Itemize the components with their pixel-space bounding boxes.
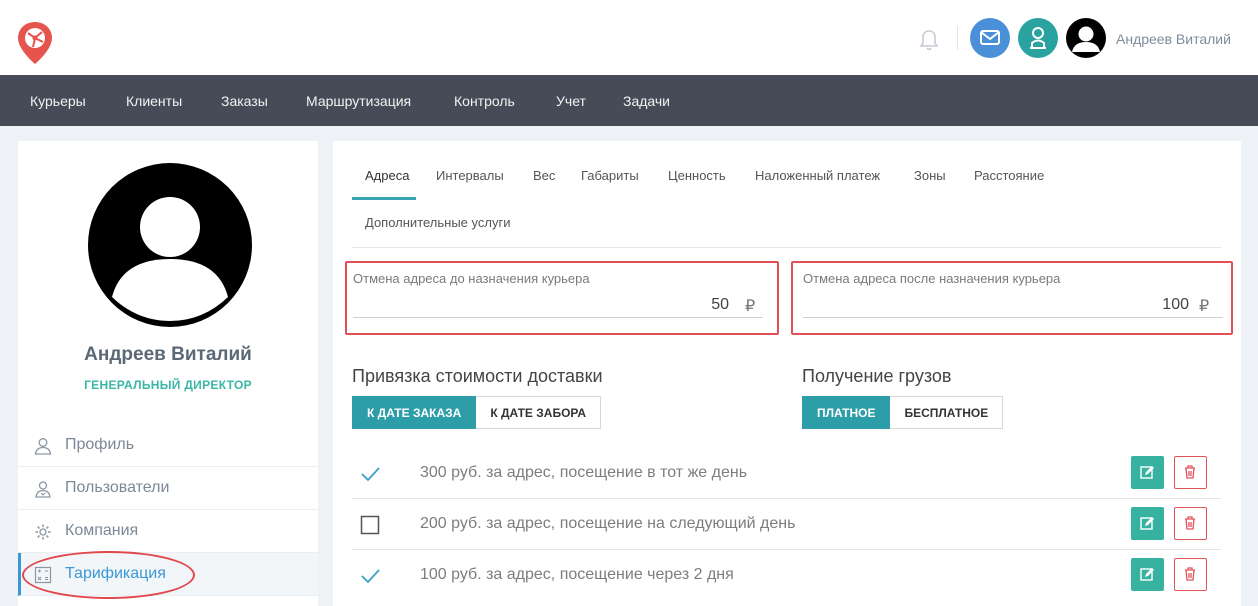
header-user-name[interactable]: Андреев Виталий — [1116, 31, 1231, 47]
table-row: 200 руб. за адрес, посещение на следующи… — [352, 499, 1221, 550]
tariff-panel: Адреса Интервалы Вес Габариты Ценность Н… — [333, 141, 1241, 606]
tab-extra-services[interactable]: Дополнительные услуги — [365, 215, 510, 230]
table-row: 300 руб. за адрес, посещение в тот же де… — [352, 448, 1221, 499]
profile-avatar — [88, 163, 252, 327]
delete-button[interactable] — [1174, 456, 1207, 489]
cancel-before-field: Отмена адреса до назначения курьера ₽ — [345, 261, 779, 335]
edit-icon — [1140, 568, 1154, 581]
delete-button[interactable] — [1174, 507, 1207, 540]
cargo-receipt-toggle: ПЛАТНОЕ БЕСПЛАТНОЕ — [802, 396, 1004, 429]
users-icon — [35, 481, 51, 498]
checkbox-icon[interactable] — [360, 515, 380, 535]
nav-item-routing[interactable]: Маршрутизация — [306, 93, 411, 109]
gear-icon — [35, 524, 51, 540]
rate-text: 300 руб. за адрес, посещение в тот же де… — [420, 464, 748, 481]
table-row: 100 руб. за адрес, посещение через 2 дня — [352, 550, 1221, 601]
tab-addresses[interactable]: Адреса — [365, 168, 409, 183]
pickup-date-button[interactable]: К ДАТЕ ЗАБОРА — [476, 396, 602, 429]
tab-dimensions[interactable]: Габариты — [581, 168, 639, 183]
edit-icon — [1140, 517, 1154, 530]
trash-icon — [1185, 465, 1195, 479]
rate-text: 100 руб. за адрес, посещение через 2 дня — [420, 566, 734, 583]
tab-distance[interactable]: Расстояние — [974, 168, 1044, 183]
trash-icon — [1185, 516, 1195, 530]
active-tab-indicator — [352, 197, 416, 200]
mail-icon — [980, 30, 1000, 45]
top-header: Андреев Виталий — [0, 0, 1258, 75]
nav-item-tasks[interactable]: Задачи — [623, 93, 670, 109]
support-button[interactable] — [1018, 18, 1058, 58]
nav-item-orders[interactable]: Заказы — [221, 93, 268, 109]
nav-item-accounting[interactable]: Учет — [556, 93, 586, 109]
profile-role: ГЕНЕРАЛЬНЫЙ ДИРЕКТОР — [84, 378, 252, 392]
sidebar-item-company[interactable]: Компания — [18, 510, 318, 553]
sidebar-item-label: Пользователи — [65, 479, 170, 496]
profile-name: Андреев Виталий — [84, 344, 252, 365]
tab-intervals[interactable]: Интервалы — [436, 168, 504, 183]
main-nav: Курьеры Клиенты Заказы Маршрутизация Кон… — [0, 75, 1258, 126]
ruble-icon: ₽ — [1199, 298, 1210, 315]
checkmark-icon[interactable] — [360, 566, 380, 586]
sidebar-item-label: Компания — [65, 522, 139, 539]
support-icon — [1030, 27, 1046, 49]
edit-icon — [1140, 466, 1154, 479]
edit-button[interactable] — [1131, 507, 1164, 540]
edit-button[interactable] — [1131, 558, 1164, 591]
order-date-button[interactable]: К ДАТЕ ЗАКАЗА — [352, 396, 477, 429]
cancel-before-input[interactable] — [353, 292, 763, 318]
user-icon — [34, 438, 52, 455]
nav-item-couriers[interactable]: Курьеры — [30, 93, 86, 109]
sidebar-item-label: Профиль — [65, 436, 135, 453]
nav-item-control[interactable]: Контроль — [454, 93, 515, 109]
pricing-binding-title: Привязка стоимости доставки — [352, 366, 603, 386]
profile-panel: Андреев Виталий ГЕНЕРАЛЬНЫЙ ДИРЕКТОР Про… — [18, 141, 318, 606]
pricing-binding-toggle: К ДАТЕ ЗАКАЗА К ДАТЕ ЗАБОРА — [352, 396, 602, 429]
tabs-divider — [352, 247, 1221, 248]
tab-weight[interactable]: Вес — [533, 168, 555, 183]
delete-button[interactable] — [1174, 558, 1207, 591]
cancel-after-input[interactable] — [803, 292, 1223, 318]
mail-button[interactable] — [970, 18, 1010, 58]
edit-button[interactable] — [1131, 456, 1164, 489]
cargo-receipt-title: Получение грузов — [802, 366, 952, 386]
trash-icon — [1185, 567, 1195, 581]
sidebar-item-profile[interactable]: Профиль — [18, 424, 318, 467]
paid-button[interactable]: ПЛАТНОЕ — [802, 396, 891, 429]
bell-icon[interactable] — [918, 28, 940, 52]
tab-cod[interactable]: Наложенный платеж — [755, 168, 880, 183]
header-divider — [957, 26, 958, 50]
ruble-icon: ₽ — [745, 298, 756, 315]
cancel-after-field: Отмена адреса после назначения курьера ₽ — [791, 261, 1233, 335]
tab-value[interactable]: Ценность — [668, 168, 726, 183]
sidebar-item-users[interactable]: Пользователи — [18, 467, 318, 510]
user-avatar[interactable] — [1066, 18, 1106, 58]
logo-icon[interactable] — [16, 20, 54, 66]
rate-text: 200 руб. за адрес, посещение на следующи… — [420, 515, 796, 532]
tab-zones[interactable]: Зоны — [914, 168, 946, 183]
cancel-after-label: Отмена адреса после назначения курьера — [803, 271, 1061, 286]
cancel-before-label: Отмена адреса до назначения курьера — [353, 271, 590, 286]
checkmark-icon[interactable] — [360, 464, 380, 484]
free-button[interactable]: БЕСПЛАТНОЕ — [890, 396, 1004, 429]
nav-item-clients[interactable]: Клиенты — [126, 93, 182, 109]
highlight-annotation — [22, 551, 195, 599]
